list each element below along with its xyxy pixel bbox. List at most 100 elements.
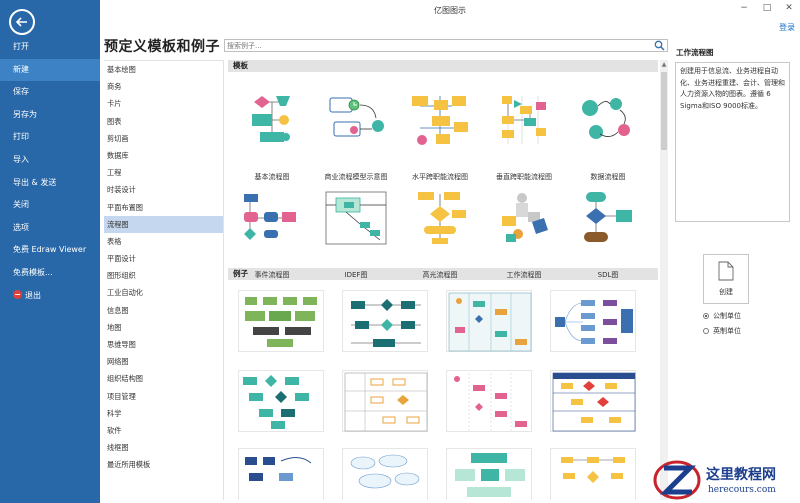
- template-gallery: 模板 基本流程图 商业流程模型示意图 水平跨职能流程图 垂直跨职能流程图 数据流…: [228, 60, 658, 500]
- template-sdl[interactable]: SDL图: [566, 190, 650, 286]
- category-item[interactable]: 地图: [104, 319, 223, 336]
- category-item[interactable]: 表格: [104, 233, 223, 250]
- category-item[interactable]: 时装设计: [104, 181, 223, 198]
- create-button[interactable]: 创建: [703, 254, 749, 304]
- imperial-unit-option[interactable]: 英制单位: [703, 326, 741, 336]
- sidebar-item-free-templates[interactable]: 免费模板...: [0, 262, 100, 285]
- category-item[interactable]: 思维导图: [104, 336, 223, 353]
- search-icon[interactable]: [654, 40, 665, 51]
- template-business-process[interactable]: 商业流程模型示意图: [314, 92, 398, 188]
- category-item[interactable]: 软件: [104, 422, 223, 439]
- template-label: 基本流程图: [254, 173, 290, 181]
- back-button[interactable]: [9, 9, 35, 35]
- radio-checked-icon[interactable]: [703, 313, 709, 319]
- template-highlight-flowchart[interactable]: 高光流程图: [398, 190, 482, 286]
- sidebar-item-import[interactable]: 导入: [0, 149, 100, 172]
- sidebar-item-save[interactable]: 保存: [0, 81, 100, 104]
- sidebar-item-print[interactable]: 打印: [0, 126, 100, 149]
- category-item[interactable]: 商务: [104, 78, 223, 95]
- example-thumbnail[interactable]: [238, 370, 324, 432]
- example-grid: [228, 280, 658, 500]
- template-idef[interactable]: IDEF图: [314, 190, 398, 286]
- event-flow-thumbnail: [244, 194, 296, 240]
- template-label: 事件流程图: [254, 271, 290, 279]
- section-header-templates: 模板: [228, 60, 658, 72]
- template-label: 垂直跨职能流程图: [496, 173, 552, 181]
- template-label: 工作流程图: [506, 271, 542, 279]
- radio-unchecked-icon[interactable]: [703, 328, 709, 334]
- example-diagram-icon: [350, 454, 420, 489]
- template-vertical-crossfunctional[interactable]: 垂直跨职能流程图: [482, 92, 566, 188]
- category-item[interactable]: 信息图: [104, 302, 223, 319]
- category-item[interactable]: 平面布置图: [104, 199, 223, 216]
- category-item[interactable]: 工程: [104, 164, 223, 181]
- sdl-thumbnail: [584, 192, 632, 242]
- example-diagram-icon: [454, 373, 527, 431]
- example-diagram-icon: [245, 297, 317, 347]
- workflow-thumbnail: [502, 193, 548, 242]
- watermark-site-url: herecours.com: [708, 485, 776, 495]
- sidebar-item-free-viewer[interactable]: 免费 Edraw Viewer: [0, 239, 100, 262]
- example-thumbnail[interactable]: [342, 290, 428, 352]
- template-label: 数据流程图: [590, 173, 626, 181]
- template-workflow[interactable]: 工作流程图: [482, 190, 566, 286]
- category-item[interactable]: 图表: [104, 113, 223, 130]
- category-item[interactable]: 图形组织: [104, 267, 223, 284]
- category-item[interactable]: 数据库: [104, 147, 223, 164]
- template-label: SDL图: [597, 271, 619, 279]
- category-item[interactable]: 卡片: [104, 95, 223, 112]
- sidebar-item-export-send[interactable]: 导出 & 发送: [0, 172, 100, 195]
- search-input[interactable]: [225, 40, 645, 51]
- app-window: 打开 新建 保存 另存为 打印 导入 导出 & 发送 关闭 选项 免费 Edra…: [0, 0, 800, 503]
- category-item[interactable]: 最近所用模板: [104, 456, 223, 473]
- sidebar-item-exit-label: 退出: [25, 290, 41, 300]
- sidebar-item-options[interactable]: 选项: [0, 217, 100, 240]
- template-event-flow[interactable]: 事件流程图: [230, 190, 314, 286]
- template-grid: 基本流程图 商业流程模型示意图 水平跨职能流程图 垂直跨职能流程图 数据流程图 …: [228, 72, 658, 279]
- category-item[interactable]: 项目管理: [104, 388, 223, 405]
- scroll-thumb[interactable]: [661, 72, 667, 150]
- gallery-scrollbar[interactable]: ▲: [660, 60, 668, 500]
- category-list: 基本绘图 商务 卡片 图表 剪切画 数据库 工程 时装设计 平面布置图 流程图 …: [104, 60, 224, 500]
- example-thumbnail[interactable]: [446, 448, 532, 500]
- category-item[interactable]: 基本绘图: [104, 61, 223, 78]
- sidebar-item-close[interactable]: 关闭: [0, 194, 100, 217]
- category-item[interactable]: 工业自动化: [104, 284, 223, 301]
- template-basic-flowchart[interactable]: 基本流程图: [230, 92, 314, 188]
- sidebar-item-open[interactable]: 打开: [0, 36, 100, 59]
- category-item[interactable]: 线框图: [104, 439, 223, 456]
- idef-thumbnail: [325, 191, 387, 245]
- template-data-flow[interactable]: 数据流程图: [566, 92, 650, 188]
- category-item[interactable]: 网络图: [104, 353, 223, 370]
- example-thumbnail[interactable]: [342, 370, 428, 432]
- exit-icon: [13, 289, 22, 299]
- example-thumbnail[interactable]: [446, 370, 532, 432]
- new-document-icon: [718, 261, 734, 281]
- metric-unit-label: 公制单位: [713, 312, 741, 320]
- sidebar-item-save-as[interactable]: 另存为: [0, 104, 100, 127]
- category-item[interactable]: 组织结构图: [104, 370, 223, 387]
- example-thumbnail[interactable]: [550, 290, 636, 352]
- scroll-up-icon[interactable]: ▲: [661, 62, 667, 68]
- example-diagram-icon: [351, 299, 421, 347]
- template-horizontal-crossfunctional[interactable]: 水平跨职能流程图: [398, 92, 482, 188]
- file-sidebar: 打开 新建 保存 另存为 打印 导入 导出 & 发送 关闭 选项 免费 Edra…: [0, 0, 100, 503]
- sidebar-item-exit[interactable]: 退出: [0, 285, 100, 308]
- example-thumbnail[interactable]: [342, 448, 428, 500]
- category-item[interactable]: 平面设计: [104, 250, 223, 267]
- category-item[interactable]: 科学: [104, 405, 223, 422]
- search-box: [224, 39, 668, 52]
- example-thumbnail[interactable]: [238, 448, 324, 500]
- example-thumbnail[interactable]: [550, 370, 636, 432]
- metric-unit-option[interactable]: 公制单位: [703, 311, 741, 321]
- sidebar-menu: 打开 新建 保存 另存为 打印 导入 导出 & 发送 关闭 选项 免费 Edra…: [0, 36, 100, 307]
- category-item-flowchart[interactable]: 流程图: [104, 215, 223, 233]
- sidebar-item-new[interactable]: 新建: [0, 58, 100, 82]
- category-item[interactable]: 剪切画: [104, 130, 223, 147]
- example-thumbnail[interactable]: [446, 290, 532, 352]
- example-thumbnail[interactable]: [238, 290, 324, 352]
- example-diagram-icon: [561, 457, 625, 483]
- example-thumbnail[interactable]: [550, 448, 636, 500]
- data-flow-thumbnail: [582, 98, 630, 139]
- basic-flowchart-thumbnail: [252, 96, 290, 142]
